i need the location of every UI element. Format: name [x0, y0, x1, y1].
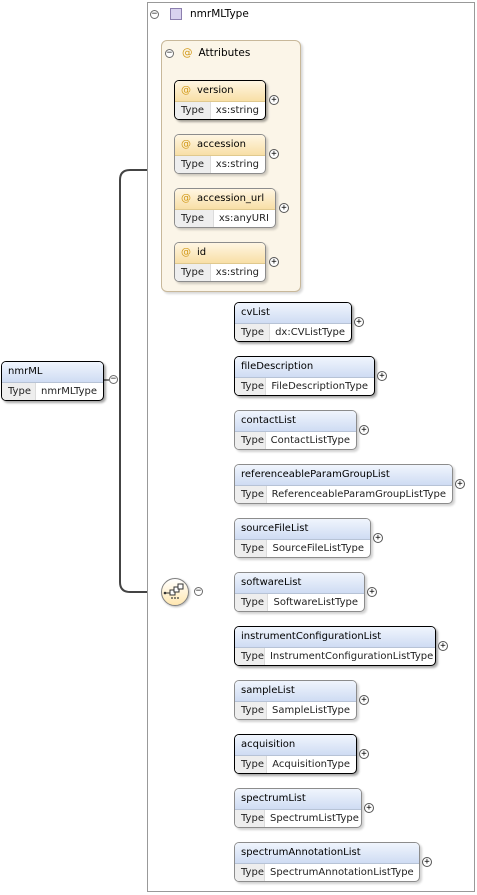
element-fileDescription[interactable]: fileDescription Type FileDescriptionType [234, 356, 375, 396]
type-label: Type [235, 702, 268, 719]
type-label: Type [175, 102, 211, 119]
complex-type-title: nmrMLType [190, 8, 249, 20]
type-label: Type [235, 594, 269, 611]
type-label: Type [235, 324, 271, 341]
element-referenceableParamGroupList[interactable]: referenceableParamGroupList Type Reference… [234, 464, 453, 504]
element-name: softwareList [235, 573, 364, 594]
attribute-name-text: id [197, 247, 207, 258]
type-label: Type [235, 486, 267, 503]
element-name: acquisition [235, 735, 356, 756]
element-softwareList[interactable]: softwareList Type SoftwareListType [234, 572, 365, 612]
type-value: xs:anyURI [218, 213, 269, 224]
element-contactList[interactable]: contactList Type ContactListType [234, 410, 357, 450]
attribute-accession-url[interactable]: @ accession_url Type xs:anyURI [174, 188, 276, 228]
element-name: sampleList [235, 681, 356, 702]
type-label: Type [235, 810, 265, 827]
root-element-name: nmrML [2, 362, 103, 383]
element-name: instrumentConfigurationList [235, 627, 435, 648]
expand-referenceableParamGroupList-icon[interactable]: + [455, 479, 465, 489]
expand-contactList-icon[interactable]: + [359, 425, 369, 435]
type-value: AcquisitionType [272, 759, 350, 770]
element-name: spectrumAnnotationList [235, 843, 419, 864]
element-name: fileDescription [235, 357, 374, 378]
attribute-name-text: accession_url [197, 193, 265, 204]
at-sign-icon: @ [182, 47, 193, 59]
type-value: SpectrumListType [269, 813, 359, 824]
expand-accession-icon[interactable]: + [269, 149, 279, 159]
expand-acquisition-icon[interactable]: + [359, 749, 369, 759]
type-label: Type [175, 156, 211, 173]
type-label: Type [235, 756, 268, 773]
attributes-collapse-icon[interactable]: − [165, 49, 174, 58]
element-name: cvList [235, 303, 351, 324]
type-value: xs:string [215, 267, 259, 278]
element-spectrumList[interactable]: spectrumList Type SpectrumListType [234, 788, 362, 828]
sequence-glyph-icon [163, 583, 184, 599]
attribute-name: @ version [175, 81, 265, 102]
type-value: xs:string [215, 159, 259, 170]
expand-sourceFileList-icon[interactable]: + [373, 533, 383, 543]
element-sourceFileList[interactable]: sourceFileList Type SourceFileListType [234, 518, 371, 558]
sequence-compositor-icon[interactable] [161, 578, 189, 606]
expand-cvList-icon[interactable]: + [354, 317, 364, 327]
expand-version-icon[interactable]: + [269, 95, 279, 105]
type-label: Type [235, 864, 265, 881]
expand-spectrumAnnotationList-icon[interactable]: + [422, 857, 432, 867]
type-label: Type [235, 432, 266, 449]
attribute-name: @ id [175, 243, 265, 264]
attributes-title: @ Attributes [182, 47, 251, 59]
schema-diagram: nmrML Type nmrMLType − − nmrMLType − @ Att… [0, 0, 477, 895]
type-label: Type [175, 264, 211, 281]
attribute-name: @ accession_url [175, 189, 275, 210]
expand-sampleList-icon[interactable]: + [359, 695, 369, 705]
element-acquisition[interactable]: acquisition Type AcquisitionType [234, 734, 357, 774]
expand-accession-url-icon[interactable]: + [279, 203, 289, 213]
sequence-collapse-icon[interactable]: − [194, 587, 203, 596]
type-value: SampleListType [272, 705, 350, 716]
type-label: Type [2, 383, 37, 400]
expand-spectrumList-icon[interactable]: + [364, 803, 374, 813]
at-sign-icon: @ [181, 139, 191, 150]
type-value: ReferenceableParamGroupListType [271, 489, 446, 500]
type-label: Type [175, 210, 214, 227]
attribute-name-text: version [197, 85, 234, 96]
at-sign-icon: @ [181, 193, 191, 204]
attribute-name-text: accession [197, 139, 246, 150]
expand-id-icon[interactable]: + [269, 257, 279, 267]
type-value: ContactListType [270, 435, 350, 446]
type-value: dx:CVListType [275, 327, 345, 338]
complex-type-icon [170, 8, 182, 20]
expand-instrumentConfigurationList-icon[interactable]: + [438, 641, 448, 651]
element-name: spectrumList [235, 789, 361, 810]
attribute-version[interactable]: @ version Type xs:string [174, 80, 266, 120]
at-sign-icon: @ [181, 85, 191, 96]
expand-softwareList-icon[interactable]: + [367, 587, 377, 597]
type-label: Type [235, 648, 265, 665]
element-name: sourceFileList [235, 519, 370, 540]
attribute-accession[interactable]: @ accession Type xs:string [174, 134, 266, 174]
element-sampleList[interactable]: sampleList Type SampleListType [234, 680, 357, 720]
element-name: referenceableParamGroupList [235, 465, 452, 486]
type-value: nmrMLType [41, 386, 97, 397]
type-label: Type [235, 540, 268, 557]
complex-type-collapse-icon[interactable]: − [150, 10, 159, 19]
at-sign-icon: @ [181, 247, 191, 258]
expand-fileDescription-icon[interactable]: + [377, 371, 387, 381]
element-name: contactList [235, 411, 356, 432]
type-label: Type [235, 378, 267, 395]
element-instrumentConfigurationList[interactable]: instrumentConfigurationList Type Instrumen… [234, 626, 436, 666]
root-element-nmrML[interactable]: nmrML Type nmrMLType [1, 361, 104, 401]
type-value: SourceFileListType [272, 543, 364, 554]
type-value: SpectrumAnnotationListType [269, 867, 414, 878]
type-value: SoftwareListType [273, 597, 358, 608]
attribute-id[interactable]: @ id Type xs:string [174, 242, 266, 282]
type-value: InstrumentConfigurationListType [269, 651, 434, 662]
root-collapse-icon[interactable]: − [109, 375, 118, 384]
element-spectrumAnnotationList[interactable]: spectrumAnnotationList Type SpectrumAnnota… [234, 842, 420, 882]
type-value: xs:string [215, 105, 259, 116]
type-value: FileDescriptionType [271, 381, 368, 392]
attribute-name: @ accession [175, 135, 265, 156]
element-cvList[interactable]: cvList Type dx:CVListType [234, 302, 352, 342]
